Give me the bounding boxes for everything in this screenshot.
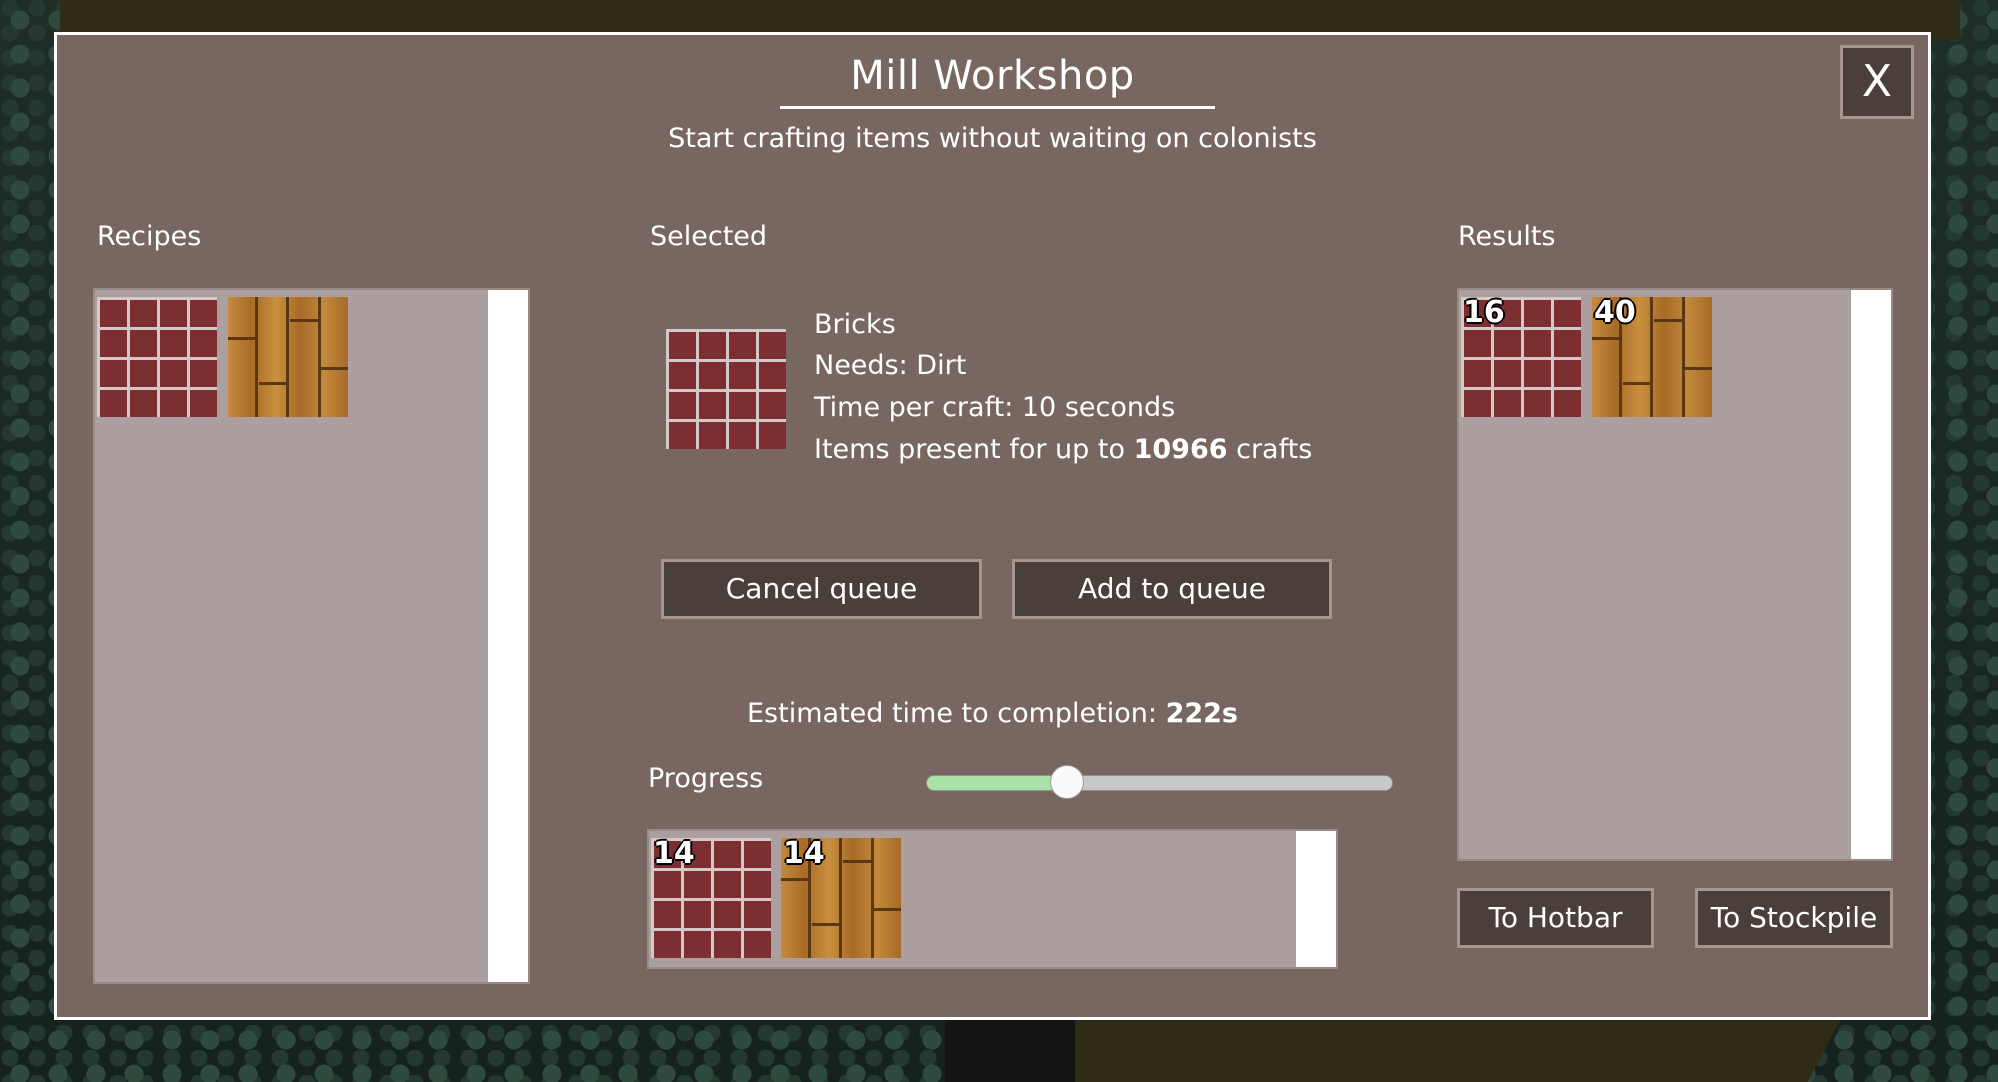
results-scrollbar[interactable]: [1851, 290, 1891, 859]
results-panel: 16 40: [1457, 288, 1893, 861]
add-to-queue-button[interactable]: Add to queue: [1012, 559, 1332, 619]
queue-count-bricks: 14: [653, 838, 695, 871]
queue-count-wood-plank: 14: [783, 838, 825, 871]
selected-brick-icon: [666, 329, 786, 449]
dialog-title: Mill Workshop: [850, 53, 1135, 99]
estimated-time-prefix: Estimated time to completion:: [746, 698, 1157, 729]
dialog-subtitle: Start crafting items without waiting on …: [668, 123, 1317, 154]
recipes-label: Recipes: [97, 221, 202, 252]
recipe-slot-bricks[interactable]: [97, 297, 217, 417]
results-label: Results: [1458, 221, 1556, 252]
queue-panel: 14 14: [647, 829, 1338, 969]
result-slot-bricks[interactable]: 16: [1461, 297, 1581, 417]
result-slot-wood-plank[interactable]: 40: [1592, 297, 1712, 417]
selected-item-name: Bricks: [814, 309, 896, 340]
selected-items-present: Items present for up to 10966 crafts: [814, 434, 1312, 465]
progress-slider-thumb[interactable]: [1049, 765, 1084, 799]
selected-time-per-craft: Time per craft: 10 seconds: [814, 392, 1176, 423]
selected-label: Selected: [650, 221, 768, 252]
to-hotbar-button[interactable]: To Hotbar: [1457, 888, 1654, 948]
estimated-time-value: 222s: [1165, 698, 1238, 729]
mill-workshop-dialog: Mill Workshop Start crafting items witho…: [54, 32, 1931, 1020]
items-present-suffix: crafts: [1236, 434, 1313, 465]
progress-slider[interactable]: [926, 765, 1393, 799]
close-button[interactable]: X: [1840, 45, 1914, 119]
progress-label: Progress: [648, 763, 764, 794]
wood-plank-icon: [228, 297, 348, 417]
items-present-prefix: Items present for up to: [814, 434, 1125, 465]
queue-slot-wood-plank[interactable]: 14: [781, 838, 901, 958]
progress-slider-fill: [927, 776, 1067, 790]
cancel-queue-button[interactable]: Cancel queue: [661, 559, 982, 619]
result-count-bricks: 16: [1463, 297, 1505, 330]
result-count-wood-plank: 40: [1594, 297, 1636, 330]
to-stockpile-button[interactable]: To Stockpile: [1695, 888, 1893, 948]
items-present-count: 10966: [1133, 434, 1228, 465]
title-underline: [780, 106, 1215, 109]
background-post: [945, 1020, 1075, 1082]
selected-needs: Needs: Dirt: [814, 350, 967, 381]
recipe-slot-wood-plank[interactable]: [228, 297, 348, 417]
queue-scrollbar[interactable]: [1296, 831, 1336, 967]
recipes-panel: [93, 288, 530, 984]
recipes-scrollbar[interactable]: [488, 290, 528, 982]
queue-slot-bricks[interactable]: 14: [651, 838, 771, 958]
